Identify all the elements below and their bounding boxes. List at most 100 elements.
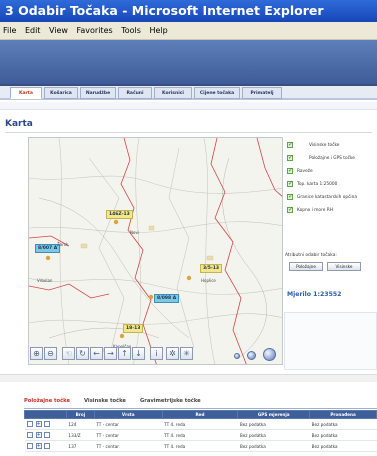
checkbox-icon[interactable] — [287, 166, 293, 175]
visinske-button[interactable]: Visinske — [327, 262, 361, 271]
menu-view[interactable]: View — [49, 26, 68, 35]
checkbox-icon[interactable] — [287, 153, 293, 162]
layer-item[interactable]: Top. karta 1:25000 — [286, 179, 376, 190]
menu-tools[interactable]: Tools — [121, 26, 141, 35]
layer-item[interactable]: Raveže — [286, 166, 376, 177]
tab-karta[interactable]: Karta — [10, 87, 42, 99]
pan-hand-icon[interactable]: ☜ — [62, 347, 75, 360]
checkbox-icon[interactable] — [287, 192, 293, 201]
checkbox-icon[interactable] — [287, 205, 293, 214]
table-row[interactable]: + 137 TT - centar TT 4. reda Bez podatka… — [24, 440, 377, 452]
select-points-icon[interactable]: ✲ — [166, 347, 179, 360]
menu-edit[interactable]: Edit — [25, 26, 41, 35]
cell-red: TT 4. reda — [162, 418, 238, 430]
tab-visinske-tocke[interactable]: Visinske točke — [84, 398, 126, 404]
select-area-icon[interactable]: ✳ — [180, 347, 193, 360]
details-icon[interactable] — [43, 421, 50, 427]
sub-bar — [0, 102, 377, 110]
row-checkbox[interactable] — [26, 421, 33, 427]
column-header: Broj — [65, 410, 95, 419]
points-table: Broj Vrsta Red GPS mjerenja Pronađena + … — [24, 410, 377, 452]
zoom-in-icon[interactable]: ⊕ — [30, 347, 43, 360]
polozajne-button[interactable]: Položajne — [289, 262, 323, 271]
row-checkbox[interactable] — [26, 443, 33, 449]
window-title: Odabir Točaka - Microsoft Internet Explo… — [18, 3, 324, 18]
map-place-label: Vrbolan — [37, 278, 53, 283]
map-toolbar: ⊕ ⊖ ☜ ↻ ← → ↑ ↓ i ✲ ✳ — [30, 347, 210, 363]
table-row[interactable]: + 124 TT - centar TT 4. reda Bez podatka… — [24, 418, 377, 430]
tab-primatelj[interactable]: Primatelj — [242, 87, 282, 99]
refresh-icon[interactable]: ↻ — [76, 347, 89, 360]
zoom-out-icon[interactable]: ⊖ — [44, 347, 57, 360]
cell-broj: 137 — [66, 440, 95, 452]
window-title-prefix: 3 — [5, 3, 14, 18]
menu-file[interactable]: File — [3, 26, 16, 35]
layer-item[interactable]: Položajne i GPS točke — [286, 153, 376, 164]
cell-red: TT 4. reda — [162, 440, 238, 452]
section-divider-bar — [0, 374, 377, 382]
layer-label: Granice katastarskih općina — [297, 195, 357, 200]
tab-kosarica[interactable]: Košarica — [44, 87, 78, 99]
zoom-level-large-dot[interactable] — [263, 348, 276, 361]
checkbox-icon[interactable] — [287, 179, 293, 188]
row-checkbox[interactable] — [26, 432, 33, 438]
page-title: Karta — [5, 119, 33, 129]
pan-left-icon[interactable]: ← — [90, 347, 103, 360]
column-header: Red — [161, 410, 239, 419]
pan-up-icon[interactable]: ↑ — [118, 347, 131, 360]
side-panel — [284, 312, 377, 370]
site-header-banner — [0, 40, 377, 86]
add-to-cart-icon[interactable]: + — [35, 432, 42, 438]
menu-favorites[interactable]: Favorites — [77, 26, 113, 35]
tab-underline — [24, 408, 377, 409]
layer-list: Visinske točke Položajne i GPS točke Rav… — [286, 140, 376, 219]
layer-label: Raveže — [297, 169, 313, 174]
zoom-level-medium-dot[interactable] — [247, 351, 256, 360]
map-point-label[interactable]: 3/5-13 — [200, 264, 223, 273]
details-icon[interactable] — [43, 432, 50, 438]
pan-down-icon[interactable]: ↓ — [132, 347, 145, 360]
layer-label: Top. karta 1:25000 — [297, 182, 338, 187]
tab-korisnici[interactable]: Korisnici — [154, 87, 192, 99]
table-row[interactable]: + 133/Z TT - centar TT 4. reda Bez podat… — [24, 429, 377, 441]
add-to-cart-icon[interactable]: + — [35, 443, 42, 449]
details-icon[interactable] — [43, 443, 50, 449]
map-place-label: Hoplice — [201, 278, 216, 283]
map-viewport[interactable]: 146Z-13 8/007 A 3/5-13 8/098 A 18-13 Žar… — [28, 137, 283, 365]
layer-label: Kopno i more RH — [297, 208, 333, 213]
cell-pronadena: Bez podatka — [309, 429, 377, 441]
add-to-cart-icon[interactable]: + — [35, 421, 42, 427]
cell-gps: Bez podatka — [237, 418, 310, 430]
tab-gravimetrijske-tocke[interactable]: Gravimetrijske točke — [140, 398, 201, 404]
attribute-select-label: Atributni odabir točaka: — [285, 253, 337, 258]
menu-bar: File Edit View Favorites Tools Help — [0, 22, 377, 40]
layer-item[interactable]: Kopno i more RH — [286, 205, 376, 216]
tab-narudzbe[interactable]: Narudžbe — [80, 87, 116, 99]
layer-label: Visinske točke — [309, 143, 340, 148]
map-place-label: Žarsk — [57, 242, 69, 247]
layer-item[interactable]: Granice katastarskih općina — [286, 192, 376, 203]
map-point-label[interactable]: 8/098 A — [154, 294, 180, 303]
table-header-row: Broj Vrsta Red GPS mjerenja Pronađena — [24, 410, 377, 419]
column-header: Vrsta — [93, 410, 163, 419]
cell-vrsta: TT - centar — [94, 429, 163, 441]
menu-help[interactable]: Help — [149, 26, 167, 35]
zoom-level-small-dot[interactable] — [234, 353, 240, 359]
pan-right-icon[interactable]: → — [104, 347, 117, 360]
column-header: GPS mjerenja — [237, 410, 311, 419]
main-tab-bar: Karta Košarica Narudžbe Računi Korisnici… — [0, 86, 377, 100]
layer-label: Položajne i GPS točke — [309, 156, 355, 161]
map-place-label: Novi — [130, 230, 139, 235]
checkbox-icon[interactable] — [287, 140, 293, 149]
info-icon[interactable]: i — [150, 347, 163, 360]
tab-cijene-tocaka[interactable]: Cijene točaka — [194, 87, 240, 99]
cell-vrsta: TT - centar — [94, 418, 163, 430]
map-point-label[interactable]: 146Z-13 — [106, 210, 133, 219]
tab-racuni[interactable]: Računi — [118, 87, 152, 99]
row-actions: + — [24, 418, 67, 430]
tab-polozajne-tocke[interactable]: Položajne točke — [24, 398, 70, 404]
map-scale-text: Mjerilo 1:23552 — [287, 291, 342, 298]
layer-item[interactable]: Visinske točke — [286, 140, 376, 151]
map-canvas — [29, 138, 282, 364]
map-point-label[interactable]: 18-13 — [123, 324, 144, 333]
